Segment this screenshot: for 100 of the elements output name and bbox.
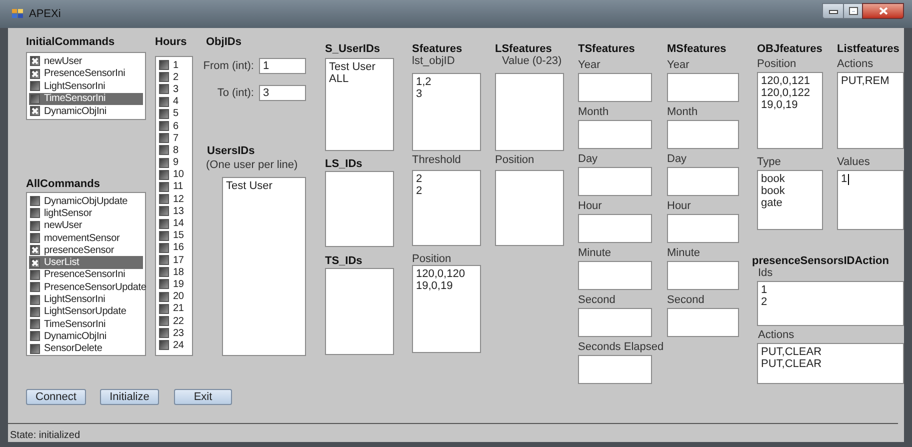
checkbox[interactable] bbox=[30, 94, 40, 104]
checkbox[interactable] bbox=[159, 145, 169, 156]
input-field[interactable]: 3 bbox=[259, 84, 306, 101]
list-item[interactable]: 23 bbox=[158, 327, 190, 340]
list-item[interactable]: 3 bbox=[158, 83, 190, 96]
checkbox[interactable] bbox=[30, 258, 40, 268]
checkbox[interactable] bbox=[159, 316, 169, 326]
checkbox[interactable] bbox=[159, 121, 169, 132]
checkbox[interactable] bbox=[159, 267, 169, 278]
text-area[interactable] bbox=[495, 73, 564, 151]
list-item[interactable]: TimeSensorIni bbox=[29, 92, 143, 105]
text-area[interactable] bbox=[578, 167, 652, 196]
text-area[interactable]: book book gate bbox=[757, 170, 823, 230]
text-area[interactable] bbox=[325, 171, 394, 247]
list-item[interactable]: 7 bbox=[158, 132, 190, 144]
checkbox[interactable] bbox=[159, 60, 169, 70]
text-area[interactable]: 1,2 3 bbox=[412, 73, 481, 151]
list-item[interactable]: 2 bbox=[158, 71, 190, 84]
list-item[interactable]: 16 bbox=[158, 242, 190, 254]
checkbox[interactable] bbox=[159, 292, 169, 302]
list-item[interactable]: 4 bbox=[158, 96, 190, 108]
list-item[interactable]: DynamicObjIni bbox=[29, 330, 143, 343]
checkbox[interactable] bbox=[30, 270, 40, 280]
checkbox[interactable] bbox=[30, 220, 40, 231]
checkbox[interactable] bbox=[159, 182, 169, 192]
list-item[interactable]: DynamicObjIni bbox=[29, 105, 143, 118]
text-area[interactable] bbox=[325, 268, 394, 355]
text-area[interactable] bbox=[667, 308, 739, 337]
checkbox[interactable] bbox=[159, 96, 169, 107]
list-item[interactable]: 17 bbox=[158, 254, 190, 266]
checkbox[interactable] bbox=[30, 81, 40, 92]
checkbox[interactable] bbox=[30, 233, 40, 244]
list-item[interactable]: LightSensorUpdate bbox=[29, 306, 143, 318]
checkbox[interactable] bbox=[159, 194, 169, 204]
list-item[interactable]: TimeSensorIni bbox=[29, 318, 143, 330]
checkbox[interactable] bbox=[159, 158, 169, 168]
checkbox[interactable] bbox=[159, 108, 169, 119]
text-area[interactable]: 120,0,121 120,0,122 19,0,19 bbox=[757, 72, 823, 149]
list-item[interactable]: PresenceSensorIni bbox=[29, 268, 143, 282]
list-item[interactable]: PresenceSensorIni bbox=[29, 68, 143, 80]
push-button[interactable]: Exit bbox=[174, 389, 232, 405]
text-area[interactable]: 1 bbox=[837, 170, 904, 230]
list-item[interactable]: lightSensor bbox=[29, 207, 143, 220]
list-item[interactable]: LightSensorIni bbox=[29, 80, 143, 92]
list-item[interactable]: 14 bbox=[158, 217, 190, 230]
list-item[interactable]: newUser bbox=[29, 220, 143, 232]
list-item[interactable]: DynamicObjUpdate bbox=[29, 195, 143, 208]
list-item[interactable]: 10 bbox=[158, 168, 190, 181]
text-area[interactable] bbox=[578, 73, 652, 102]
list-item[interactable]: 22 bbox=[158, 314, 190, 328]
list-item[interactable]: LightSensorIni bbox=[29, 293, 143, 306]
text-area[interactable] bbox=[578, 308, 652, 337]
checkbox[interactable] bbox=[159, 84, 169, 94]
text-area[interactable]: PUT,REM bbox=[837, 72, 904, 149]
checkbox[interactable] bbox=[30, 56, 40, 66]
list-item[interactable]: 1 bbox=[158, 59, 190, 72]
minimize-button[interactable] bbox=[822, 3, 844, 19]
checkbox[interactable] bbox=[159, 328, 169, 338]
checkbox[interactable] bbox=[159, 230, 169, 241]
checked-list-box[interactable]: 1 2 3 4 5 6 7 8 9 10 11 12 13 14 15 16 17 18 19 20 21 22 23 24 bbox=[155, 56, 193, 356]
list-item[interactable]: newUser bbox=[29, 55, 143, 68]
list-item[interactable]: 15 bbox=[158, 230, 190, 242]
checkbox[interactable] bbox=[30, 331, 40, 342]
list-item[interactable]: presenceSensor bbox=[29, 244, 143, 256]
checkbox[interactable] bbox=[30, 208, 40, 218]
text-area[interactable] bbox=[578, 261, 652, 290]
checkbox[interactable] bbox=[159, 279, 169, 290]
text-area[interactable]: Test User bbox=[222, 177, 306, 356]
list-item[interactable]: 5 bbox=[158, 108, 190, 120]
checkbox[interactable] bbox=[159, 218, 169, 229]
checked-list-box[interactable]: newUser PresenceSensorIni LightSensorIni TimeSensorIni DynamicObjIni bbox=[26, 52, 146, 120]
checkbox[interactable] bbox=[30, 106, 40, 116]
checkbox[interactable] bbox=[30, 196, 40, 206]
checkbox[interactable] bbox=[159, 242, 169, 253]
push-button[interactable]: Connect bbox=[26, 389, 86, 405]
checkbox[interactable] bbox=[159, 170, 169, 180]
checkbox[interactable] bbox=[30, 294, 40, 305]
text-area[interactable] bbox=[667, 120, 739, 149]
text-area[interactable] bbox=[578, 120, 652, 149]
push-button[interactable]: Initialize bbox=[100, 389, 159, 405]
text-area[interactable] bbox=[495, 170, 564, 246]
input-field[interactable]: 1 bbox=[259, 58, 306, 74]
checkbox[interactable] bbox=[30, 245, 40, 256]
list-item[interactable]: 13 bbox=[158, 205, 190, 218]
list-item[interactable]: 19 bbox=[158, 278, 190, 291]
checkbox[interactable] bbox=[30, 319, 40, 330]
list-item[interactable]: UserList bbox=[29, 256, 143, 269]
list-item[interactable]: 9 bbox=[158, 156, 190, 169]
checkbox[interactable] bbox=[159, 72, 169, 82]
maximize-button[interactable] bbox=[844, 3, 862, 19]
text-area[interactable] bbox=[667, 73, 739, 102]
list-item[interactable]: 8 bbox=[158, 144, 190, 156]
text-area[interactable]: 2 2 bbox=[412, 170, 481, 246]
checkbox[interactable] bbox=[30, 344, 40, 354]
list-item[interactable]: 12 bbox=[158, 193, 190, 206]
text-area[interactable]: 1 2 bbox=[757, 281, 904, 326]
checkbox[interactable] bbox=[159, 133, 169, 144]
close-button[interactable] bbox=[862, 3, 904, 19]
list-item[interactable]: 11 bbox=[158, 180, 190, 194]
checked-list-box[interactable]: DynamicObjUpdate lightSensor newUser movementSensor presenceSensor UserList PresenceSensorIni PresenceSensorUpdate LightSensorIni LightSensorUpdate TimeSensorIni DynamicObjIni SensorDelete bbox=[26, 192, 146, 356]
